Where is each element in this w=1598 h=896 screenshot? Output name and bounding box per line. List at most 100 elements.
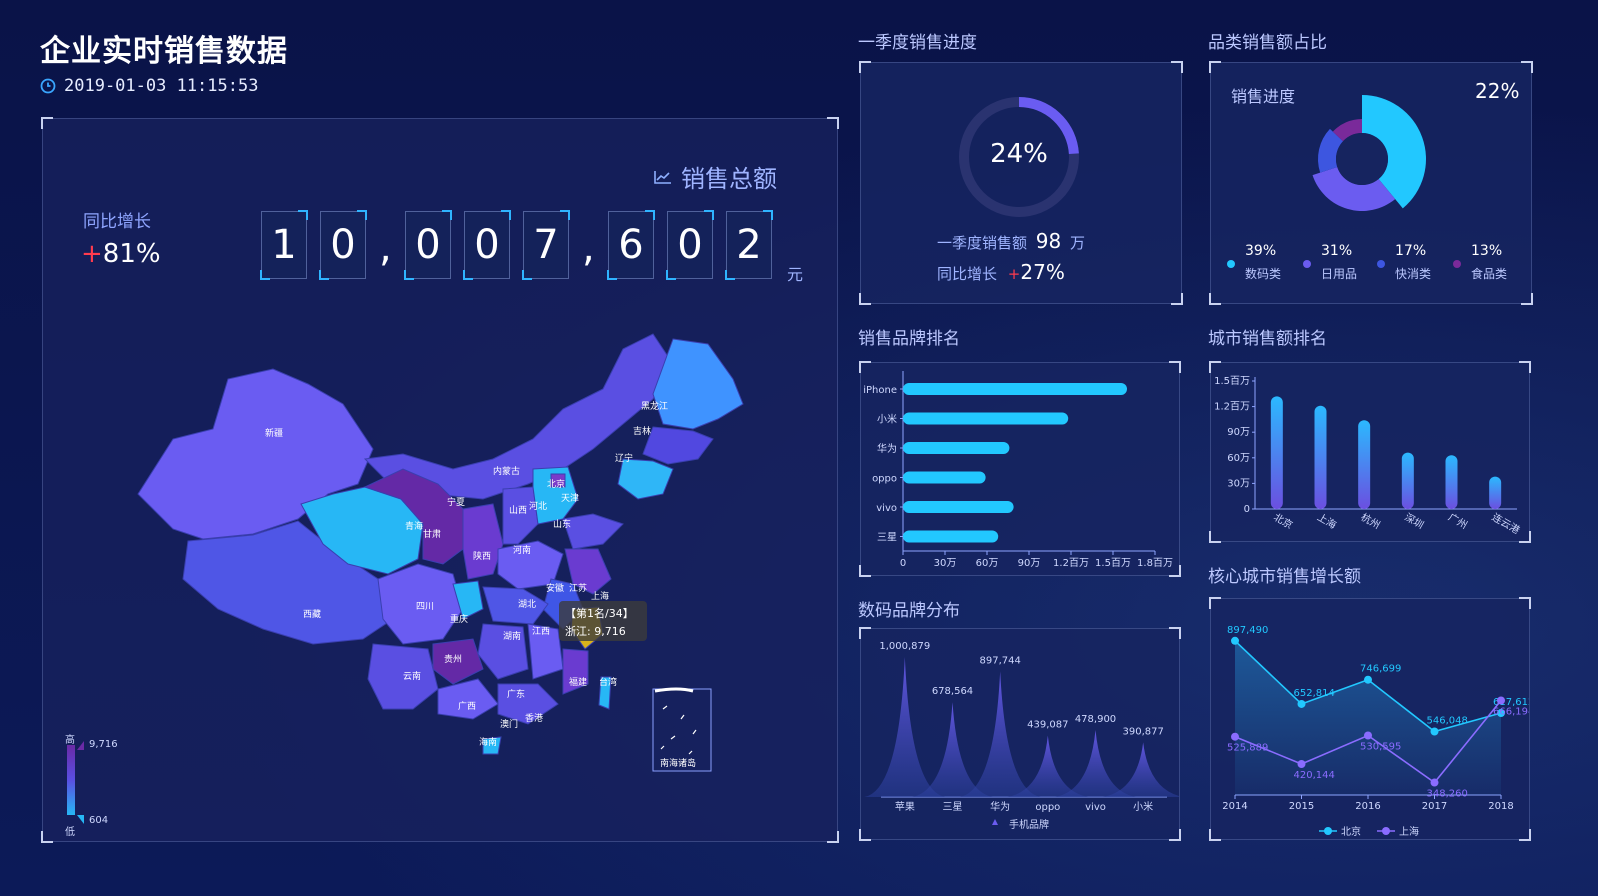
legend-name: 日用品 [1321, 267, 1358, 281]
data-label: 348,260 [1427, 789, 1468, 800]
legend-pct: 39% [1245, 243, 1277, 259]
legend-min: 604 [89, 815, 109, 826]
plus-sign: + [81, 239, 103, 269]
china-map[interactable]: 新疆 西藏 青海 甘肃 宁夏 内蒙古 黑龙江 吉林 辽宁 北京 天津 河北 山西… [133, 309, 753, 779]
province-liaoning [617, 458, 674, 500]
currency-unit: 元 [787, 265, 804, 284]
province-label: 甘肃 [423, 528, 441, 540]
q1-sales-label: 一季度销售额 [937, 234, 1028, 252]
q1-yoy: 同比增长 +27% [937, 260, 1065, 284]
q1-section-title: 一季度销售进度 [858, 33, 977, 53]
province-label: 香港 [525, 712, 543, 724]
x-tick-label: vivo [1085, 802, 1106, 813]
legend-name: 食品类 [1471, 267, 1508, 281]
brand-rank-panel: iPhone 小米 华为 oppo vivo 三星 0 30万 60万 90万 1.2百万 1.5百万… [859, 361, 1181, 577]
legend-marker [992, 819, 998, 825]
province-label: 广东 [507, 688, 525, 700]
x-tick-label: 深圳 [1402, 511, 1425, 531]
data-label: 530,595 [1360, 741, 1401, 752]
datetime-text: 2019-01-03 11:15:53 [64, 76, 259, 96]
data-point [1297, 759, 1306, 768]
bar-label: 华为 [877, 442, 897, 455]
digit-comma: , [379, 225, 392, 271]
x-tick-label: 华为 [990, 800, 1010, 813]
legend-dot [1227, 260, 1235, 268]
city-growth-chart: 2014 2015 2016 2017 2018 897,490 652,814 746,69… [1222, 625, 1529, 838]
datetime: 2019-01-03 11:15:53 [40, 76, 258, 96]
province-label: 西藏 [303, 608, 321, 620]
x-tick-label: 90万 [1018, 558, 1041, 569]
peak [864, 657, 946, 797]
legend-dot [1382, 827, 1390, 835]
page-title: 企业实时销售数据 [40, 34, 288, 69]
legend-high-label: 高 [65, 735, 75, 746]
q1-yoy-value: 27% [1020, 260, 1065, 284]
rose-center [1336, 133, 1388, 185]
province-label: 海南 [479, 736, 497, 748]
legend-label: 手机品牌 [1009, 818, 1049, 831]
legend-dot [1324, 827, 1332, 835]
legend-low-marker [77, 815, 84, 824]
province-label: 台湾 [599, 676, 617, 688]
city-growth-panel: 2014 2015 2016 2017 2018 897,490 652,814 746,69… [1209, 597, 1531, 841]
digit-box: 6 [607, 210, 655, 280]
y-tick-label: 1.5百万 [1214, 375, 1250, 387]
legend-high-marker [77, 741, 84, 750]
bar [1270, 396, 1283, 509]
data-label: 746,699 [1360, 664, 1401, 675]
x-tick-label: 2016 [1355, 801, 1380, 812]
x-tick-label: 2017 [1422, 801, 1447, 812]
data-point [1364, 675, 1372, 684]
legend-pct: 13% [1471, 243, 1503, 259]
x-tick-label: 2015 [1289, 801, 1314, 812]
province-label: 上海 [591, 590, 609, 602]
q1-progress-text: 24% [990, 139, 1048, 169]
bar-label: 小米 [877, 413, 897, 426]
x-tick-label: oppo [1035, 802, 1060, 813]
data-label: 678,564 [932, 686, 973, 697]
province-label: 天津 [561, 493, 579, 504]
digital-brand-panel: 1,000,879 苹果 678,564 三星 897,744 华为 439,087 oppo… [859, 627, 1181, 841]
y-tick-label: 1.2百万 [1214, 401, 1250, 413]
yoy-number: 81% [102, 239, 161, 269]
province-label: 江苏 [569, 582, 587, 594]
data-label: 390,877 [1122, 726, 1163, 737]
clock-icon [40, 78, 56, 94]
province-label: 四川 [416, 602, 434, 612]
province-label: 山西 [509, 505, 527, 516]
bar [903, 383, 1127, 395]
digit-box: 7 [522, 210, 570, 280]
q1-sales-unit: 万 [1070, 234, 1086, 252]
map-legend: 高 9,716 604 低 [65, 731, 125, 838]
bar [1445, 455, 1458, 509]
bar [1314, 405, 1327, 509]
data-label: 420,144 [1294, 770, 1335, 781]
q1-plus-sign: + [1007, 265, 1021, 283]
total-sales-label: 销售总额 [681, 165, 777, 193]
province-label: 重庆 [450, 613, 468, 625]
tooltip-value: 浙江: 9,716 [565, 625, 626, 638]
province-label: 山东 [553, 518, 571, 530]
digital-brand-chart: 1,000,879 苹果 678,564 三星 897,744 华为 439,087 oppo… [864, 641, 1179, 831]
map-panel: 销售总额 同比增长 +81% 1 0 , 0 0 7 , 6 0 2 元 新疆 … [41, 117, 839, 843]
city-growth-section-title: 核心城市销售增长额 [1208, 567, 1361, 587]
south-sea-inset: 南海诸岛 [652, 687, 712, 772]
legend-pct: 31% [1321, 243, 1353, 259]
bar [1358, 420, 1371, 509]
x-tick-label: 苹果 [895, 800, 915, 813]
province-guangxi [437, 678, 499, 720]
south-sea-label: 南海诸岛 [660, 757, 696, 769]
digit-box: 2 [725, 210, 773, 280]
x-tick-label: 2018 [1488, 801, 1513, 812]
bar [903, 501, 1014, 513]
legend-name: 数码类 [1245, 267, 1282, 281]
data-label: 652,814 [1294, 688, 1335, 699]
province-label: 吉林 [633, 425, 651, 437]
x-tick-label: 1.5百万 [1095, 557, 1131, 569]
bar [1489, 476, 1502, 509]
y-tick-label: 30万 [1227, 478, 1250, 489]
x-tick-label: 小米 [1133, 800, 1153, 813]
x-tick-label: 三星 [943, 801, 963, 813]
trend-chart-icon [654, 170, 671, 184]
province-label: 河南 [513, 544, 531, 556]
